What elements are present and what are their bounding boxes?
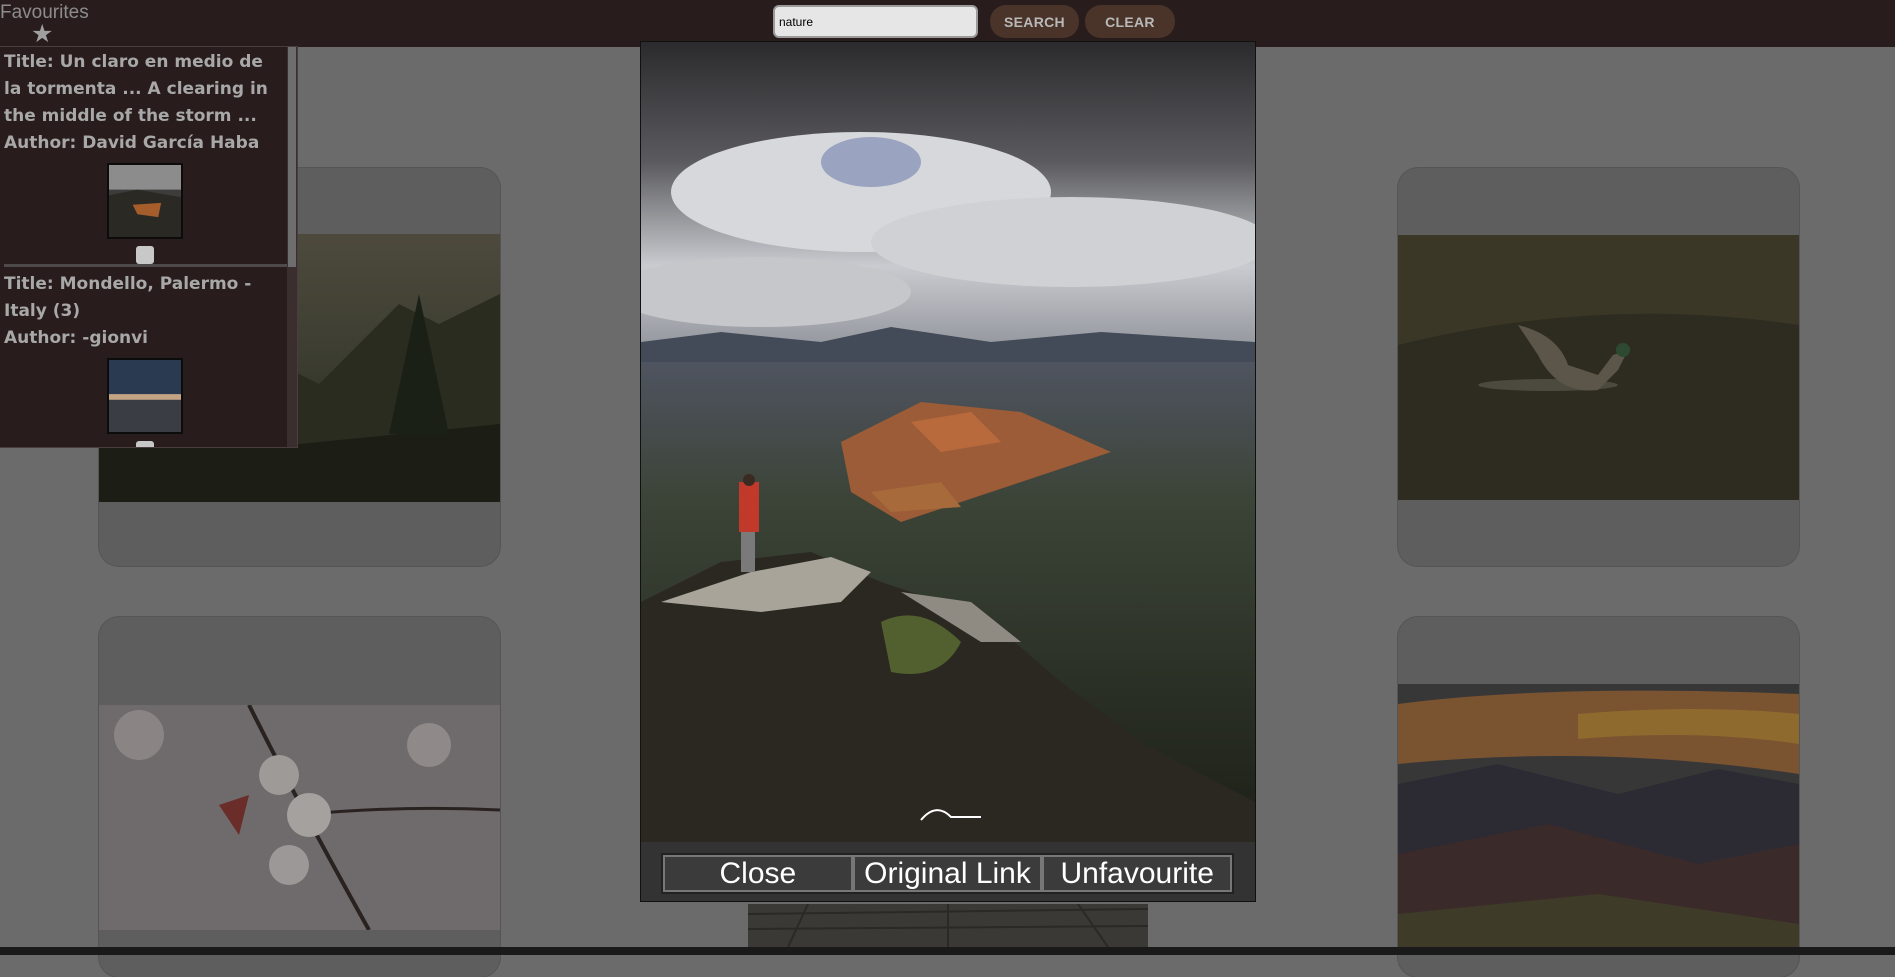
- favourite-author: Author: David García Haba: [4, 133, 260, 153]
- search-input[interactable]: [773, 5, 978, 38]
- unfavourite-button[interactable]: Unfavourite: [1042, 855, 1233, 892]
- original-link-button[interactable]: Original Link: [852, 855, 1043, 892]
- favourite-item: Title: Mondello, Palermo - Italy (3) Aut…: [4, 271, 285, 447]
- gallery-card-4[interactable]: [1398, 617, 1799, 977]
- lightbox-image: [641, 42, 1255, 842]
- gallery-image-blossom[interactable]: [99, 705, 500, 930]
- gallery-image-dock[interactable]: [748, 904, 1148, 947]
- search-button[interactable]: SEARCH: [990, 5, 1079, 38]
- favourite-author: Author: -gionvi: [4, 328, 149, 348]
- gallery-image-duck[interactable]: [1398, 235, 1799, 500]
- favourite-item: Title: Un claro en medio de la tormenta …: [4, 49, 285, 264]
- trash-icon[interactable]: [135, 246, 154, 264]
- gallery-image-sunset[interactable]: [1398, 684, 1799, 947]
- close-button[interactable]: Close: [663, 855, 853, 892]
- bottom-strip: [0, 947, 1895, 955]
- top-bar: SEARCH CLEAR: [0, 0, 1895, 47]
- favourite-title: Title: Mondello, Palermo - Italy (3): [4, 274, 252, 321]
- scrollbar-thumb[interactable]: [288, 47, 296, 267]
- favourite-thumbnail[interactable]: [106, 163, 183, 239]
- clear-button[interactable]: CLEAR: [1085, 5, 1175, 38]
- star-icon[interactable]: ★: [31, 20, 53, 48]
- favourite-thumbnail[interactable]: [106, 358, 183, 434]
- favourite-title: Title: Un claro en medio de la tormenta …: [4, 52, 268, 126]
- gallery-card-2[interactable]: [1398, 168, 1799, 566]
- lightbox-actions: Close Original Link Unfavourite: [661, 853, 1234, 894]
- favourites-panel[interactable]: Title: Un claro en medio de la tormenta …: [0, 47, 297, 447]
- favourite-divider: [4, 264, 288, 267]
- favourites-scrollbar[interactable]: [287, 47, 297, 447]
- lightbox-modal: Close Original Link Unfavourite: [640, 41, 1256, 902]
- gallery-card-3[interactable]: [99, 617, 500, 977]
- trash-icon[interactable]: [135, 441, 154, 447]
